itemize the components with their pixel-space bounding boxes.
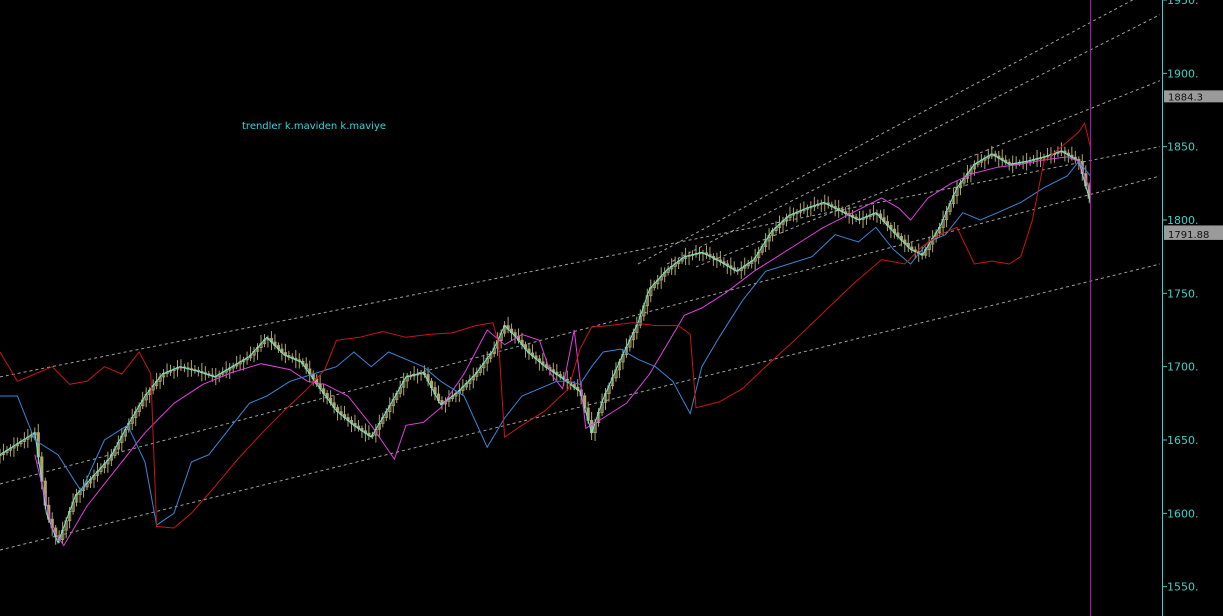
y-tick-label: 1600. <box>1167 507 1199 520</box>
price-tag-label: 1884.3 <box>1168 92 1203 103</box>
y-tick-label: 1650. <box>1167 434 1199 447</box>
price-tag-label: 1791.88 <box>1168 230 1209 241</box>
y-tick-label: 1850. <box>1167 141 1199 154</box>
y-tick-label: 1550. <box>1167 581 1199 594</box>
y-tick-label: 1800. <box>1167 214 1199 227</box>
y-tick-label: 1900. <box>1167 67 1199 80</box>
y-tick-label: 1750. <box>1167 287 1199 300</box>
y-tick-label: 1950. <box>1167 0 1199 7</box>
stock-chart: 1550. 1600. 1650. 1700. 1750. 1800. 1850. 1900.… <box>0 0 1223 616</box>
chart-background <box>0 0 1223 616</box>
chart-annotation: trendler k.maviden k.maviye <box>242 121 386 132</box>
y-tick-label: 1700. <box>1167 361 1199 374</box>
